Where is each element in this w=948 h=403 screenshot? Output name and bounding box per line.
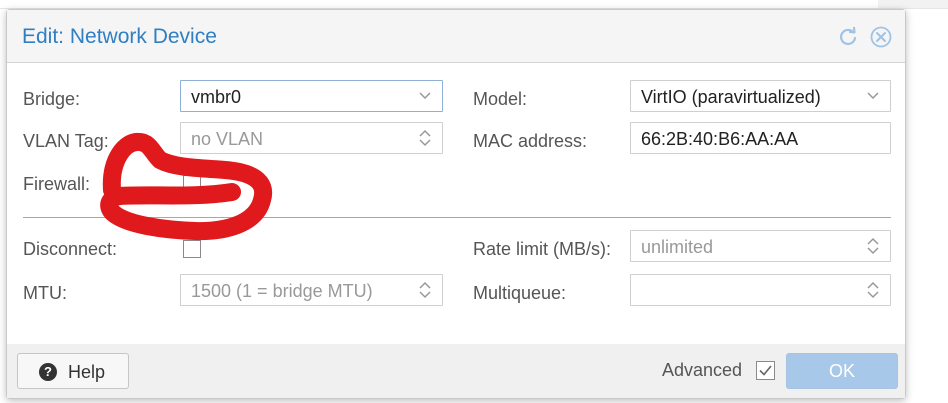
rate-limit-field[interactable]: unlimited xyxy=(630,230,891,262)
bridge-value: vmbr0 xyxy=(191,87,242,107)
help-button-label: Help xyxy=(68,362,106,382)
bridge-select[interactable]: vmbr0 xyxy=(180,80,443,112)
vlan-tag-placeholder: no VLAN xyxy=(191,129,264,149)
vlan-tag-label: VLAN Tag: xyxy=(23,131,109,151)
advanced-separator xyxy=(23,217,891,218)
mtu-field[interactable]: 1500 (1 = bridge MTU) xyxy=(180,274,443,306)
model-select[interactable]: VirtIO (paravirtualized) xyxy=(630,80,891,112)
spinner-icon[interactable] xyxy=(866,281,880,299)
mac-address-label: MAC address: xyxy=(473,131,588,151)
help-button[interactable]: ? Help xyxy=(17,353,129,389)
vlan-tag-field[interactable]: no VLAN xyxy=(180,122,443,154)
bridge-label: Bridge: xyxy=(23,89,81,109)
spinner-icon[interactable] xyxy=(866,237,880,255)
multiqueue-label: Multiqueue: xyxy=(473,283,567,303)
form-body: Bridge: vmbr0 VLAN Tag: no VLAN Firewall… xyxy=(7,62,905,346)
background-window-edge xyxy=(0,0,948,9)
chevron-down-icon[interactable] xyxy=(866,87,880,105)
firewall-label: Firewall: xyxy=(23,174,91,194)
question-icon: ? xyxy=(39,363,57,381)
spinner-icon[interactable] xyxy=(418,129,432,147)
model-label: Model: xyxy=(473,89,528,109)
advanced-checkbox[interactable] xyxy=(756,361,775,380)
close-icon[interactable] xyxy=(870,26,892,48)
spinner-icon[interactable] xyxy=(418,281,432,299)
disconnect-checkbox[interactable] xyxy=(183,240,201,258)
mtu-label: MTU: xyxy=(23,283,67,303)
firewall-checkbox[interactable] xyxy=(183,175,201,193)
edit-network-device-dialog: Edit: Network Device Bridge: vmbr0 VLAN … xyxy=(6,9,906,399)
reset-icon[interactable] xyxy=(837,26,859,48)
rate-limit-label: Rate limit (MB/s): xyxy=(473,239,612,259)
multiqueue-field[interactable] xyxy=(630,274,891,306)
disconnect-label: Disconnect: xyxy=(23,239,118,259)
rate-limit-placeholder: unlimited xyxy=(641,237,714,257)
chevron-down-icon[interactable] xyxy=(418,87,432,105)
model-value: VirtIO (paravirtualized) xyxy=(641,87,821,107)
dialog-title: Edit: Network Device xyxy=(22,25,217,48)
dialog-footer: ? Help Advanced OK xyxy=(7,344,905,398)
mac-address-value: 66:2B:40:B6:AA:AA xyxy=(641,129,799,149)
mac-address-input[interactable]: 66:2B:40:B6:AA:AA xyxy=(630,122,891,154)
mtu-placeholder: 1500 (1 = bridge MTU) xyxy=(191,281,373,301)
dialog-titlebar: Edit: Network Device xyxy=(7,10,905,62)
advanced-label: Advanced xyxy=(662,360,743,380)
ok-button[interactable]: OK xyxy=(786,353,898,389)
